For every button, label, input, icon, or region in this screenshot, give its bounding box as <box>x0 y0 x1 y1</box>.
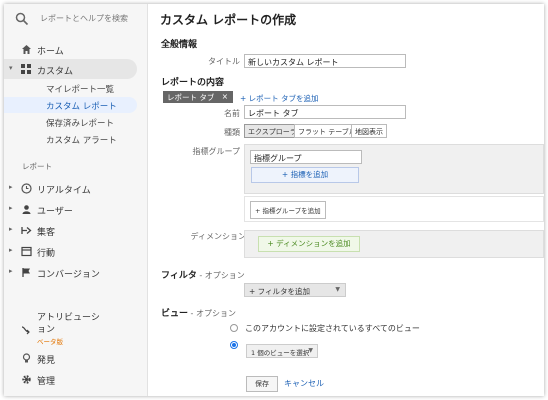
caret-right-icon: ▸ <box>9 225 13 233</box>
type-explorer-button[interactable]: エクスプローラ <box>244 124 301 138</box>
gear-icon <box>19 372 33 386</box>
view-select-label: 1 個のビューを選択 <box>251 349 310 357</box>
cancel-link[interactable]: キャンセル <box>284 378 324 389</box>
add-metric-button[interactable]: + 指標を追加 <box>251 167 359 183</box>
flag-icon <box>19 265 33 279</box>
view-all-label: このアカウントに設定されているすべてのビュー <box>245 324 420 333</box>
general-heading: 全般情報 <box>161 40 198 50</box>
chevron-down-icon: ▼ <box>308 347 313 354</box>
caret-right-icon: ▸ <box>9 246 13 254</box>
sidebar-item-label: 集客 <box>37 228 56 238</box>
view-heading-text: ビュー <box>161 309 189 319</box>
sidebar-sub-label: マイレポート一覧 <box>46 85 115 95</box>
content-heading: レポートの内容 <box>161 78 225 88</box>
sidebar-item-users[interactable]: ▸ ユーザー <box>4 199 148 219</box>
type-label: 種類 <box>224 128 240 137</box>
add-dimension-button[interactable]: + ディメンションを追加 <box>258 236 360 252</box>
home-icon <box>19 42 33 56</box>
sidebar-item-label: ホーム <box>37 47 64 57</box>
sidebar-item-label: コンバージョン <box>37 270 100 280</box>
view-select-radio[interactable] <box>230 341 238 349</box>
sidebar-sub-custom-reports[interactable]: カスタム レポート <box>4 97 137 113</box>
sidebar-item-label: 行動 <box>37 249 56 259</box>
close-icon[interactable]: × <box>222 92 228 101</box>
lightbulb-icon <box>19 351 33 365</box>
metric-group-input[interactable]: 指標グループ <box>250 150 362 164</box>
sidebar-item-label: リアルタイム <box>37 186 91 196</box>
view-option-text: - オプション <box>188 309 236 318</box>
search-placeholder: レポートとヘルプを検索 <box>40 14 128 23</box>
sidebar-item-label: 管理 <box>37 377 56 387</box>
sidebar-item-attribution[interactable]: アトリビューション ベータ版 <box>4 310 148 346</box>
add-metric-group-button[interactable]: + 指標グループを追加 <box>250 201 326 219</box>
sidebar: レポートとヘルプを検索 ホーム ▾ カスタム マイレポート一覧 カスタム レポー… <box>4 4 148 396</box>
report-tab-label: レポート タブ <box>167 93 215 102</box>
sidebar-sub-custom-alerts[interactable]: カスタム アラート <box>4 131 148 147</box>
sidebar-item-home[interactable]: ホーム <box>4 39 148 59</box>
sidebar-item-custom[interactable]: ▾ カスタム <box>4 59 137 79</box>
sidebar-item-acquisition[interactable]: ▸ 集客 <box>4 220 148 240</box>
app-window: レポートとヘルプを検索 ホーム ▾ カスタム マイレポート一覧 カスタム レポー… <box>4 4 544 396</box>
title-label: タイトル <box>208 57 240 66</box>
attribution-icon <box>19 322 33 336</box>
sidebar-item-admin[interactable]: 管理 <box>4 369 148 389</box>
sidebar-item-behavior[interactable]: ▸ 行動 <box>4 241 148 261</box>
name-label: 名前 <box>224 109 240 118</box>
type-map-overlay-button[interactable]: 地図表示 <box>351 124 387 138</box>
search-icon <box>15 12 29 26</box>
add-filter-label: + フィルタを追加 <box>249 287 311 296</box>
clock-icon <box>19 181 33 195</box>
sidebar-sub-my-reports[interactable]: マイレポート一覧 <box>4 80 148 96</box>
report-tab-chip[interactable]: レポート タブ × <box>163 91 233 103</box>
type-flat-table-button[interactable]: フラット テーブル <box>294 124 360 138</box>
sidebar-item-label: ユーザー <box>37 207 73 217</box>
caret-right-icon: ▸ <box>9 267 13 275</box>
metric-group-label: 指標グループ <box>192 147 240 156</box>
chevron-down-icon: ▼ <box>335 286 340 293</box>
beta-badge: ベータ版 <box>37 338 63 346</box>
sidebar-sub-label: カスタム レポート <box>46 102 117 112</box>
view-heading: ビュー - オプション <box>161 306 236 319</box>
filter-heading: フィルタ - オプション <box>161 268 245 281</box>
add-report-tab-link[interactable]: + レポート タブを追加 <box>240 93 319 104</box>
page-title: カスタム レポートの作成 <box>160 13 297 27</box>
sidebar-sub-label: 保存済みレポート <box>46 119 115 129</box>
sidebar-item-realtime[interactable]: ▸ リアルタイム <box>4 178 148 198</box>
acquisition-icon <box>19 223 33 237</box>
view-select-dropdown[interactable]: 1 個のビューを選択 ▼ <box>246 344 318 358</box>
sidebar-sub-label: カスタム アラート <box>46 136 117 146</box>
filter-option-text: - オプション <box>196 271 245 280</box>
sidebar-item-label: カスタム <box>37 67 74 77</box>
reports-section-label: レポート <box>22 162 52 171</box>
filter-heading-text: フィルタ <box>161 271 197 281</box>
window-icon <box>19 244 33 258</box>
view-all-radio[interactable] <box>230 324 238 332</box>
sidebar-item-label: アトリビューション <box>37 313 100 335</box>
sidebar-item-label: 発見 <box>37 356 56 366</box>
person-icon <box>19 202 33 216</box>
caret-right-icon: ▸ <box>9 204 13 212</box>
save-button[interactable]: 保存 <box>246 376 278 392</box>
sidebar-item-conversions[interactable]: ▸ コンバージョン <box>4 262 148 282</box>
sidebar-sub-saved-reports[interactable]: 保存済みレポート <box>4 114 148 130</box>
add-filter-button[interactable]: + フィルタを追加 ▼ <box>244 283 346 297</box>
grid-icon <box>19 62 33 76</box>
title-input[interactable]: 新しいカスタム レポート <box>244 54 406 68</box>
name-input[interactable]: レポート タブ <box>244 105 406 119</box>
caret-down-icon: ▾ <box>9 64 13 72</box>
sidebar-item-discover[interactable]: 発見 <box>4 348 148 368</box>
search-bar[interactable]: レポートとヘルプを検索 <box>4 4 148 34</box>
main-content: カスタム レポートの作成 全般情報 タイトル 新しいカスタム レポート レポート… <box>148 4 544 396</box>
caret-right-icon: ▸ <box>9 183 13 191</box>
